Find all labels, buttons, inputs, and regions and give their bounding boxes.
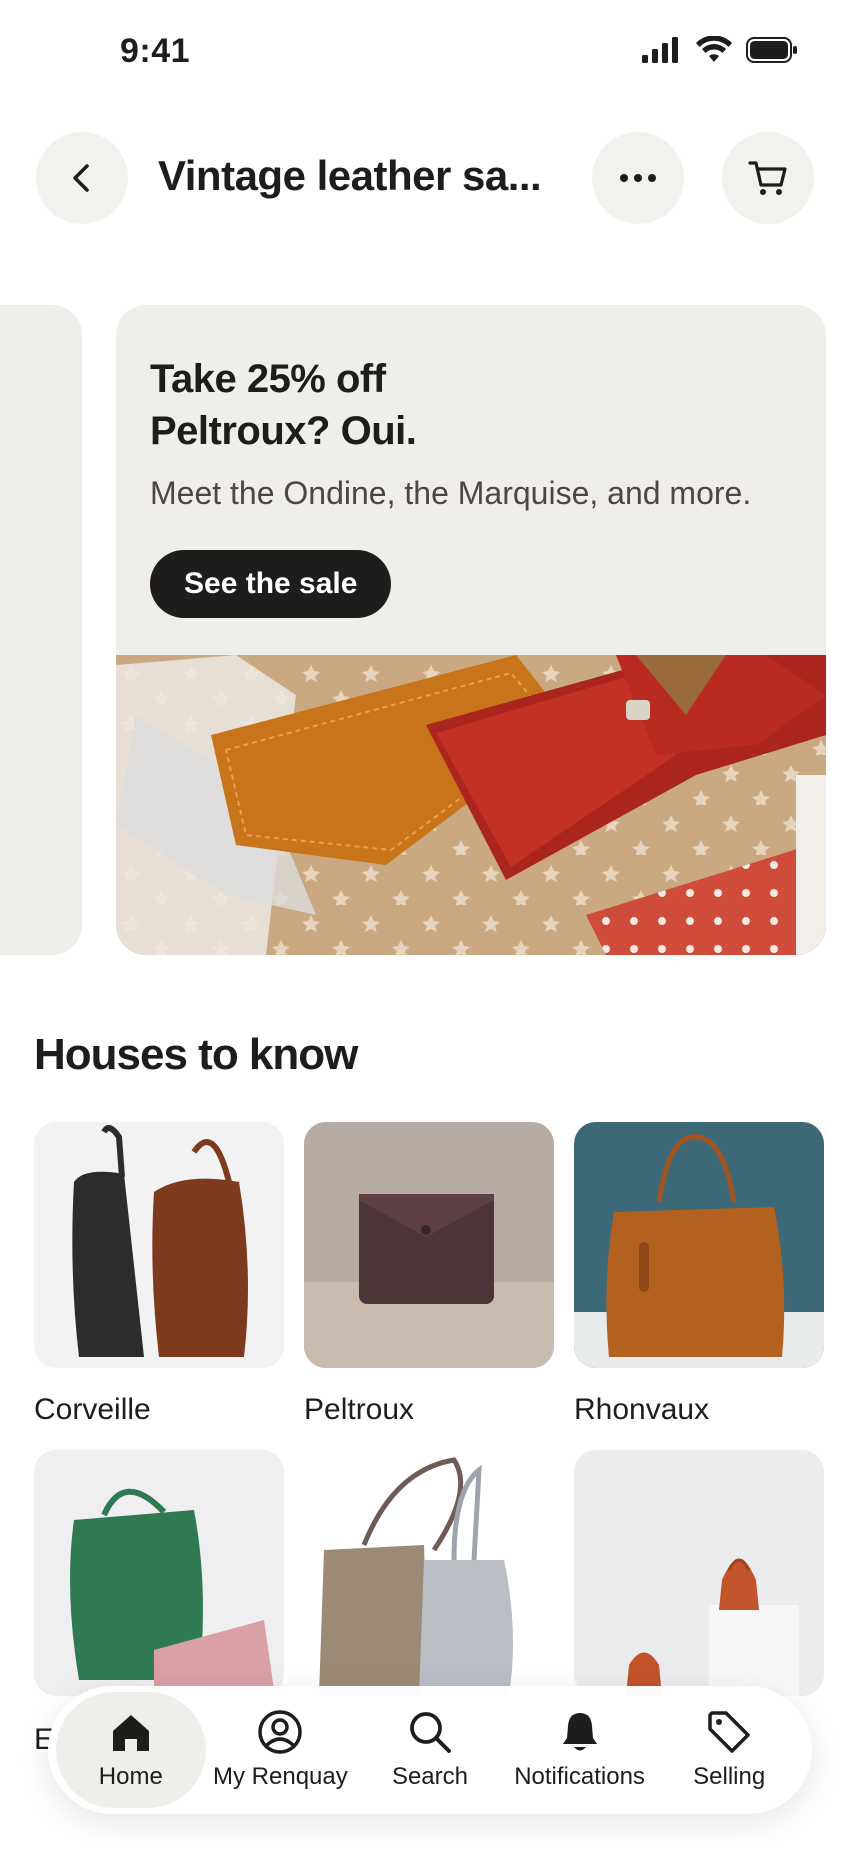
wifi-icon bbox=[696, 36, 732, 62]
tag-icon bbox=[706, 1709, 752, 1755]
nav-my-renquay[interactable]: My Renquay bbox=[206, 1692, 356, 1808]
house-label: Corveille bbox=[34, 1393, 151, 1426]
nav-search[interactable]: Search bbox=[355, 1692, 505, 1808]
house-card-6[interactable] bbox=[574, 1450, 824, 1721]
nav-selling[interactable]: Selling bbox=[654, 1692, 804, 1808]
promo-heading-line2: Peltroux? Oui. bbox=[150, 409, 417, 453]
house-card-corveille[interactable]: Corveille bbox=[34, 1122, 284, 1427]
chevron-left-icon bbox=[73, 164, 89, 192]
bell-icon bbox=[557, 1709, 603, 1755]
nav-label: Home bbox=[98, 1763, 163, 1790]
more-options-button[interactable] bbox=[592, 132, 684, 224]
house-card-peltroux[interactable]: Peltroux bbox=[304, 1122, 554, 1427]
nav-label: My Renquay bbox=[213, 1763, 348, 1790]
house-image bbox=[304, 1450, 554, 1696]
house-image bbox=[574, 1122, 824, 1368]
house-image bbox=[34, 1450, 284, 1696]
status-time: 9:41 bbox=[120, 32, 191, 70]
promo-heading-line1: Take 25% off bbox=[150, 357, 386, 401]
promo-subtitle: Meet the Ondine, the Marquise, and more. bbox=[150, 475, 752, 511]
promo-card[interactable]: Take 25% off Peltroux? Oui. Meet the Ond… bbox=[116, 305, 826, 955]
status-bar: 9:41 bbox=[0, 0, 860, 100]
nav-home[interactable]: Home bbox=[56, 1692, 206, 1808]
page-title: Vintage leather sa... bbox=[158, 152, 542, 199]
nav-notifications[interactable]: Notifications bbox=[505, 1692, 655, 1808]
search-icon bbox=[407, 1709, 453, 1755]
previous-promo-card[interactable] bbox=[0, 305, 82, 955]
house-image bbox=[34, 1122, 284, 1368]
see-sale-button[interactable]: See the sale bbox=[150, 550, 392, 618]
signal-icon bbox=[642, 37, 678, 63]
house-label: Peltroux bbox=[304, 1393, 415, 1426]
cart-icon bbox=[748, 161, 787, 195]
promo-heading: Take 25% off Peltroux? Oui. bbox=[150, 353, 670, 457]
house-image bbox=[574, 1450, 824, 1696]
header: Vintage leather sa... bbox=[0, 132, 860, 224]
profile-icon bbox=[257, 1709, 303, 1755]
nav-label: Notifications bbox=[514, 1763, 645, 1790]
section-title: Houses to know bbox=[34, 1030, 358, 1079]
more-horizontal-icon bbox=[620, 174, 656, 182]
house-card-5[interactable] bbox=[304, 1450, 554, 1721]
bottom-nav: Home My Renquay Search Notifications Sel… bbox=[48, 1686, 812, 1814]
house-label: Rhonvaux bbox=[574, 1393, 710, 1426]
nav-label: Selling bbox=[693, 1763, 766, 1790]
cart-button[interactable] bbox=[722, 132, 814, 224]
status-icons bbox=[642, 36, 798, 64]
back-button[interactable] bbox=[36, 132, 128, 224]
home-icon bbox=[108, 1709, 154, 1755]
house-image bbox=[304, 1122, 554, 1368]
battery-icon bbox=[746, 37, 797, 63]
house-card-rhonvaux[interactable]: Rhonvaux bbox=[574, 1122, 824, 1427]
nav-label: Search bbox=[391, 1763, 468, 1790]
promo-image bbox=[116, 655, 826, 955]
